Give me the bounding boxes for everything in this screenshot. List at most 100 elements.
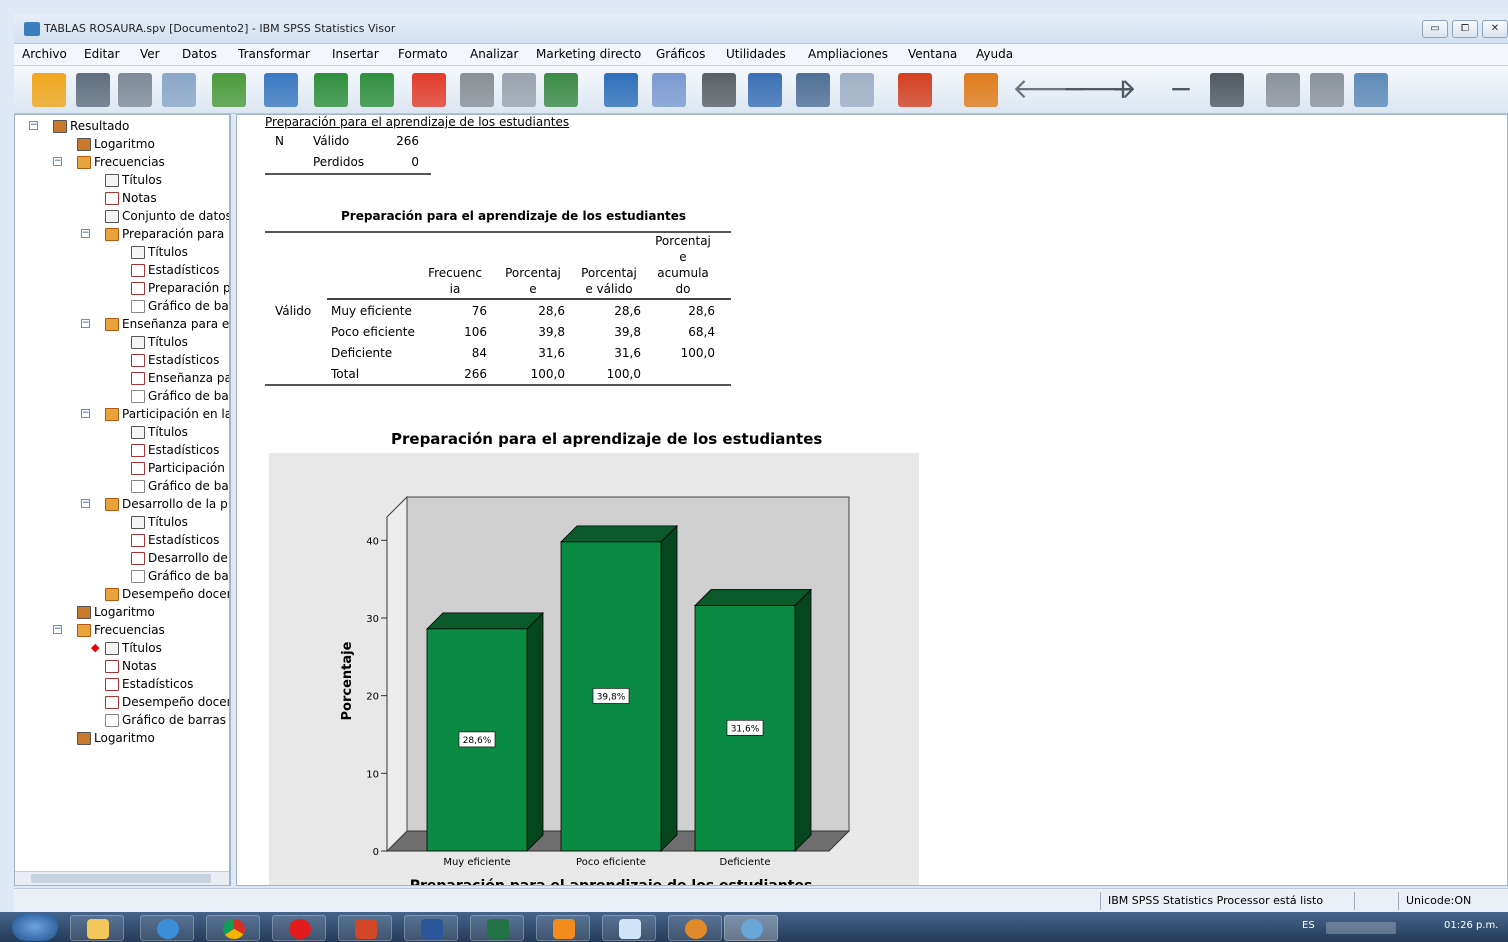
menu-ver[interactable]: Ver xyxy=(140,47,160,61)
outline-item[interactable]: Gráfico de barras xyxy=(131,297,229,315)
redo-icon[interactable] xyxy=(360,73,394,107)
spellcheck-icon[interactable] xyxy=(796,73,830,107)
outline-item[interactable]: − Frecuencias xyxy=(53,153,165,171)
show-icon[interactable] xyxy=(1210,73,1244,107)
outline-item[interactable]: Gráfico de barras xyxy=(131,567,229,585)
print-preview-icon[interactable] xyxy=(162,73,196,107)
outline-item[interactable]: Gráfico de barras xyxy=(131,477,229,495)
menu-marketing-directo[interactable]: Marketing directo xyxy=(536,47,641,61)
taskbar-opera[interactable] xyxy=(272,915,326,941)
collapse-toggle-icon[interactable]: − xyxy=(81,499,90,508)
taskbar-media-player[interactable] xyxy=(536,915,590,941)
split-file-icon[interactable] xyxy=(544,73,578,107)
use-sets-icon[interactable] xyxy=(702,73,736,107)
taskbar-chrome[interactable] xyxy=(206,915,260,941)
collapse-toggle-icon[interactable]: − xyxy=(81,409,90,418)
collapse-toggle-icon[interactable]: − xyxy=(53,157,62,166)
show-all-variables-icon[interactable] xyxy=(748,73,782,107)
outline-item[interactable]: Títulos xyxy=(131,333,188,351)
outline-item[interactable]: Títulos xyxy=(131,423,188,441)
designate-window-icon[interactable] xyxy=(964,73,998,107)
print-icon[interactable] xyxy=(118,73,152,107)
menu-ayuda[interactable]: Ayuda xyxy=(976,47,1013,61)
outline-item[interactable]: Títulos xyxy=(131,513,188,531)
taskbar-notepad[interactable] xyxy=(602,915,656,941)
menu-datos[interactable]: Datos xyxy=(182,47,217,61)
menu-gráficos[interactable]: Gráficos xyxy=(656,47,705,61)
outline-pane[interactable]: − Resultado Logaritmo − Frecuencias Títulos No… xyxy=(14,114,230,886)
menu-utilidades[interactable]: Utilidades xyxy=(726,47,786,61)
outline-item[interactable]: Estadísticos xyxy=(131,261,219,279)
value-labels-icon[interactable] xyxy=(652,73,686,107)
taskbar-explorer[interactable] xyxy=(70,915,124,941)
menu-transformar[interactable]: Transformar xyxy=(238,47,310,61)
outline-item[interactable]: − Desarrollo de la p xyxy=(81,495,228,513)
data-editor-icon[interactable] xyxy=(840,73,874,107)
export-icon[interactable] xyxy=(212,73,246,107)
outline-item[interactable]: Desempeño docente xyxy=(105,693,229,711)
save-icon[interactable] xyxy=(76,73,110,107)
output-content-pane[interactable]: Preparación para el aprendizaje de los e… xyxy=(236,114,1508,886)
outline-item[interactable]: − Resultado xyxy=(29,117,129,135)
back-icon[interactable]: 🡐 xyxy=(1012,73,1087,107)
outline-item[interactable]: Estadísticos xyxy=(131,531,219,549)
taskbar-excel[interactable] xyxy=(470,915,524,941)
select-cases-icon[interactable] xyxy=(604,73,638,107)
outline-item[interactable]: − Preparación para xyxy=(81,225,224,243)
maximize-button[interactable]: ⧠ xyxy=(1452,20,1478,38)
menu-editar[interactable]: Editar xyxy=(84,47,120,61)
outline-item[interactable]: Estadísticos xyxy=(131,351,219,369)
outline-item[interactable]: Logaritmo xyxy=(77,729,155,747)
outline-item[interactable]: Conjunto de datos xyxy=(105,207,229,225)
outline-item[interactable]: Participación xyxy=(131,459,225,477)
collapse-toggle-icon[interactable]: − xyxy=(53,625,62,634)
goto-case-icon[interactable] xyxy=(412,73,446,107)
outline-item[interactable]: Gráfico de barras xyxy=(105,711,226,729)
taskbar-powerpoint[interactable] xyxy=(338,915,392,941)
outline-item[interactable]: Títulos xyxy=(131,243,188,261)
recall-dialog-icon[interactable] xyxy=(264,73,298,107)
open-icon[interactable] xyxy=(32,73,66,107)
outline-item[interactable]: − Enseñanza para el xyxy=(81,315,229,333)
menu-analizar[interactable]: Analizar xyxy=(470,47,518,61)
tray-icons[interactable] xyxy=(1326,922,1396,934)
insert-heading-icon[interactable] xyxy=(1310,73,1344,107)
outline-item[interactable]: ◆ Títulos xyxy=(91,639,162,657)
start-button[interactable] xyxy=(12,913,58,941)
outline-item[interactable]: Estadísticos xyxy=(105,675,193,693)
forward-icon[interactable]: 🡒 xyxy=(1062,73,1137,107)
outline-item[interactable]: Desempeño docente xyxy=(105,585,229,603)
taskbar-paint[interactable] xyxy=(668,915,722,941)
taskbar-ie[interactable] xyxy=(140,915,194,941)
clock[interactable]: 01:26 p.m. xyxy=(1444,920,1498,931)
menu-ampliaciones[interactable]: Ampliaciones xyxy=(808,47,888,61)
language-indicator[interactable]: ES xyxy=(1302,920,1315,931)
close-button[interactable]: ✕ xyxy=(1482,20,1508,38)
menu-archivo[interactable]: Archivo xyxy=(22,47,67,61)
outline-item[interactable]: Estadísticos xyxy=(131,441,219,459)
collapse-toggle-icon[interactable]: − xyxy=(81,229,90,238)
outline-item[interactable]: Títulos xyxy=(105,171,162,189)
script-icon[interactable] xyxy=(898,73,932,107)
outline-hscrollbar[interactable] xyxy=(15,871,229,885)
collapse-toggle-icon[interactable]: − xyxy=(29,121,38,130)
undo-icon[interactable] xyxy=(314,73,348,107)
outline-item[interactable]: Logaritmo xyxy=(77,135,155,153)
hide-icon[interactable] xyxy=(1266,73,1300,107)
outline-item[interactable]: − Participación en la xyxy=(81,405,229,423)
taskbar-spss[interactable] xyxy=(724,915,778,941)
collapse-toggle-icon[interactable]: − xyxy=(81,319,90,328)
scrollbar-thumb[interactable] xyxy=(31,874,211,883)
insert-title-icon[interactable] xyxy=(1354,73,1388,107)
minimize-button[interactable]: ▭ xyxy=(1422,20,1448,38)
menu-insertar[interactable]: Insertar xyxy=(332,47,379,61)
outline-item[interactable]: Notas xyxy=(105,657,157,675)
outline-item[interactable]: Notas xyxy=(105,189,157,207)
outline-item[interactable]: Enseñanza para xyxy=(131,369,229,387)
menu-formato[interactable]: Formato xyxy=(398,47,448,61)
collapse-icon[interactable]: − xyxy=(1164,73,1198,107)
chart-frame[interactable]: Porcentaje 0 10 20 30 40 28,6% 39,8% 31,6% Muy… xyxy=(269,453,919,885)
outline-item[interactable]: Preparación para xyxy=(131,279,229,297)
variables-icon[interactable] xyxy=(502,73,536,107)
outline-item[interactable]: Gráfico de barras xyxy=(131,387,229,405)
